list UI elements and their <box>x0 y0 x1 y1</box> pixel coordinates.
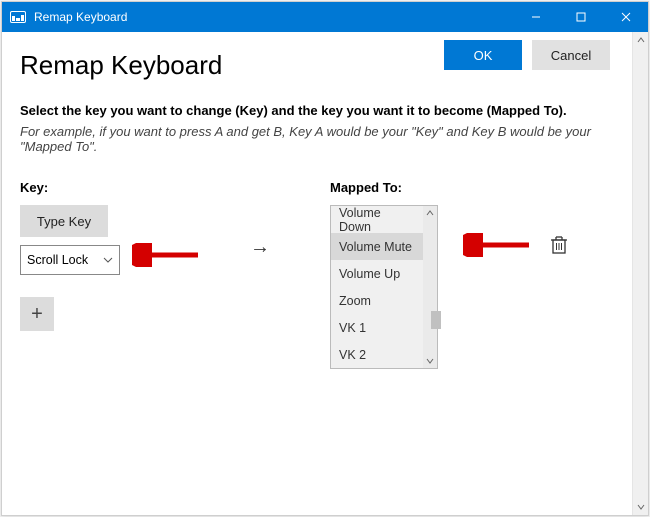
add-row-button[interactable]: + <box>20 297 54 331</box>
scroll-up-icon[interactable] <box>633 32 649 48</box>
titlebar: Remap Keyboard <box>2 2 648 32</box>
mapped-label: Mapped To: <box>330 180 610 195</box>
listbox-item[interactable]: VK 1 <box>331 314 423 341</box>
mapped-column: Mapped To: Volume DownVolume MuteVolume … <box>330 180 610 369</box>
scroll-down-icon[interactable] <box>426 354 434 368</box>
listbox-item[interactable]: VK 2 <box>331 341 423 368</box>
chevron-down-icon <box>103 255 113 265</box>
key-dropdown[interactable]: Scroll Lock <box>20 245 120 275</box>
window-controls <box>513 2 648 32</box>
cancel-button[interactable]: Cancel <box>532 40 610 70</box>
listbox-scrollbar[interactable] <box>423 206 437 368</box>
content-wrap: OK Cancel Remap Keyboard Select the key … <box>2 32 648 515</box>
listbox-item[interactable]: Volume Up <box>331 260 423 287</box>
titlebar-title: Remap Keyboard <box>34 10 513 24</box>
annotation-arrow-mapped <box>463 233 533 257</box>
scroll-down-icon[interactable] <box>633 499 649 515</box>
content: OK Cancel Remap Keyboard Select the key … <box>2 32 632 515</box>
window-scrollbar[interactable] <box>632 32 648 515</box>
remap-columns: Key: Type Key Scroll Lock + → Mapped To <box>20 180 610 369</box>
arrow-column: → <box>190 180 330 259</box>
delete-button[interactable] <box>550 235 568 260</box>
trash-icon <box>550 235 568 255</box>
maximize-icon <box>576 12 586 22</box>
key-column: Key: Type Key Scroll Lock + <box>20 180 190 331</box>
scrollbar-thumb[interactable] <box>431 311 441 329</box>
minimize-icon <box>531 12 541 22</box>
arrow-right-icon: → <box>250 236 270 259</box>
ok-button[interactable]: OK <box>444 40 522 70</box>
listbox-item[interactable]: Zoom <box>331 287 423 314</box>
close-icon <box>621 12 631 22</box>
listbox-item[interactable]: Volume Mute <box>331 233 423 260</box>
instruction-example: For example, if you want to press A and … <box>20 124 610 154</box>
minimize-button[interactable] <box>513 2 558 32</box>
scroll-up-icon[interactable] <box>426 206 434 220</box>
window-frame: Remap Keyboard OK Cancel Remap Keyboard … <box>1 1 649 516</box>
type-key-button[interactable]: Type Key <box>20 205 108 237</box>
maximize-button[interactable] <box>558 2 603 32</box>
listbox-item[interactable]: Volume Down <box>331 206 423 233</box>
instruction-primary: Select the key you want to change (Key) … <box>20 103 610 118</box>
key-dropdown-value: Scroll Lock <box>27 253 103 267</box>
key-label: Key: <box>20 180 190 195</box>
mapped-listbox[interactable]: Volume DownVolume MuteVolume UpZoomVK 1V… <box>330 205 438 369</box>
close-button[interactable] <box>603 2 648 32</box>
app-icon <box>10 11 26 23</box>
